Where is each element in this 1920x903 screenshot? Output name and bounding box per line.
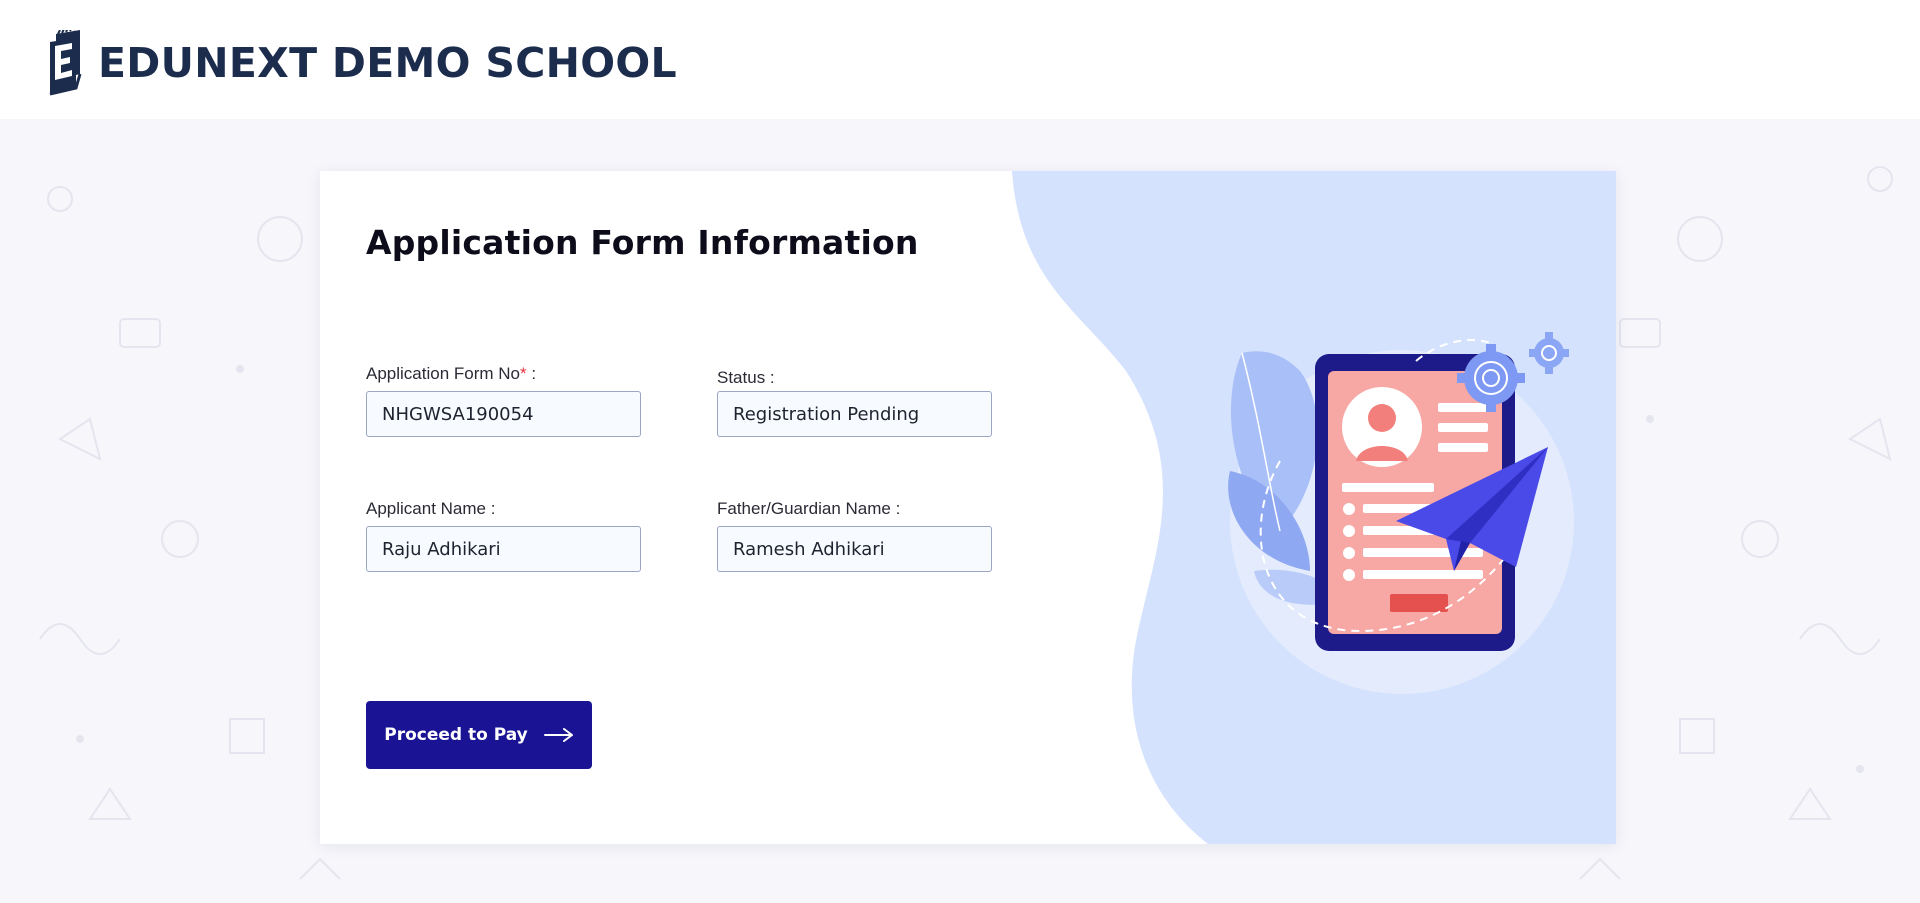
application-form-no-label: Application Form No* :: [366, 364, 537, 383]
book-logo-icon: [49, 30, 82, 96]
site-header: EDUNEXT DEMO SCHOOL: [0, 0, 1920, 119]
father-guardian-name-label: Father/Guardian Name :: [717, 499, 901, 518]
application-form-card: Application Form Information Application…: [320, 171, 1616, 844]
application-form-no-input[interactable]: NHGWSA190054: [366, 391, 641, 437]
status-input[interactable]: Registration Pending: [717, 391, 992, 437]
arrow-right-icon: [543, 728, 574, 742]
father-guardian-name-field: Father/Guardian Name : Ramesh Adhikari: [717, 499, 994, 572]
required-asterisk: *: [520, 364, 527, 383]
status-field: Status : Registration Pending: [717, 368, 994, 437]
applicant-name-field: Applicant Name : Raju Adhikari: [366, 499, 643, 572]
applicant-name-input[interactable]: Raju Adhikari: [366, 526, 641, 572]
school-name: EDUNEXT DEMO SCHOOL: [98, 39, 677, 87]
school-logo[interactable]: EDUNEXT DEMO SCHOOL: [46, 30, 677, 96]
proceed-to-pay-button[interactable]: Proceed to Pay: [366, 701, 592, 769]
proceed-to-pay-label: Proceed to Pay: [384, 725, 528, 745]
page-title: Application Form Information: [366, 223, 919, 262]
father-guardian-name-input[interactable]: Ramesh Adhikari: [717, 526, 992, 572]
application-form-no-field: Application Form No* : NHGWSA190054: [366, 364, 643, 437]
status-label: Status :: [717, 368, 775, 387]
applicant-name-label: Applicant Name :: [366, 499, 496, 518]
